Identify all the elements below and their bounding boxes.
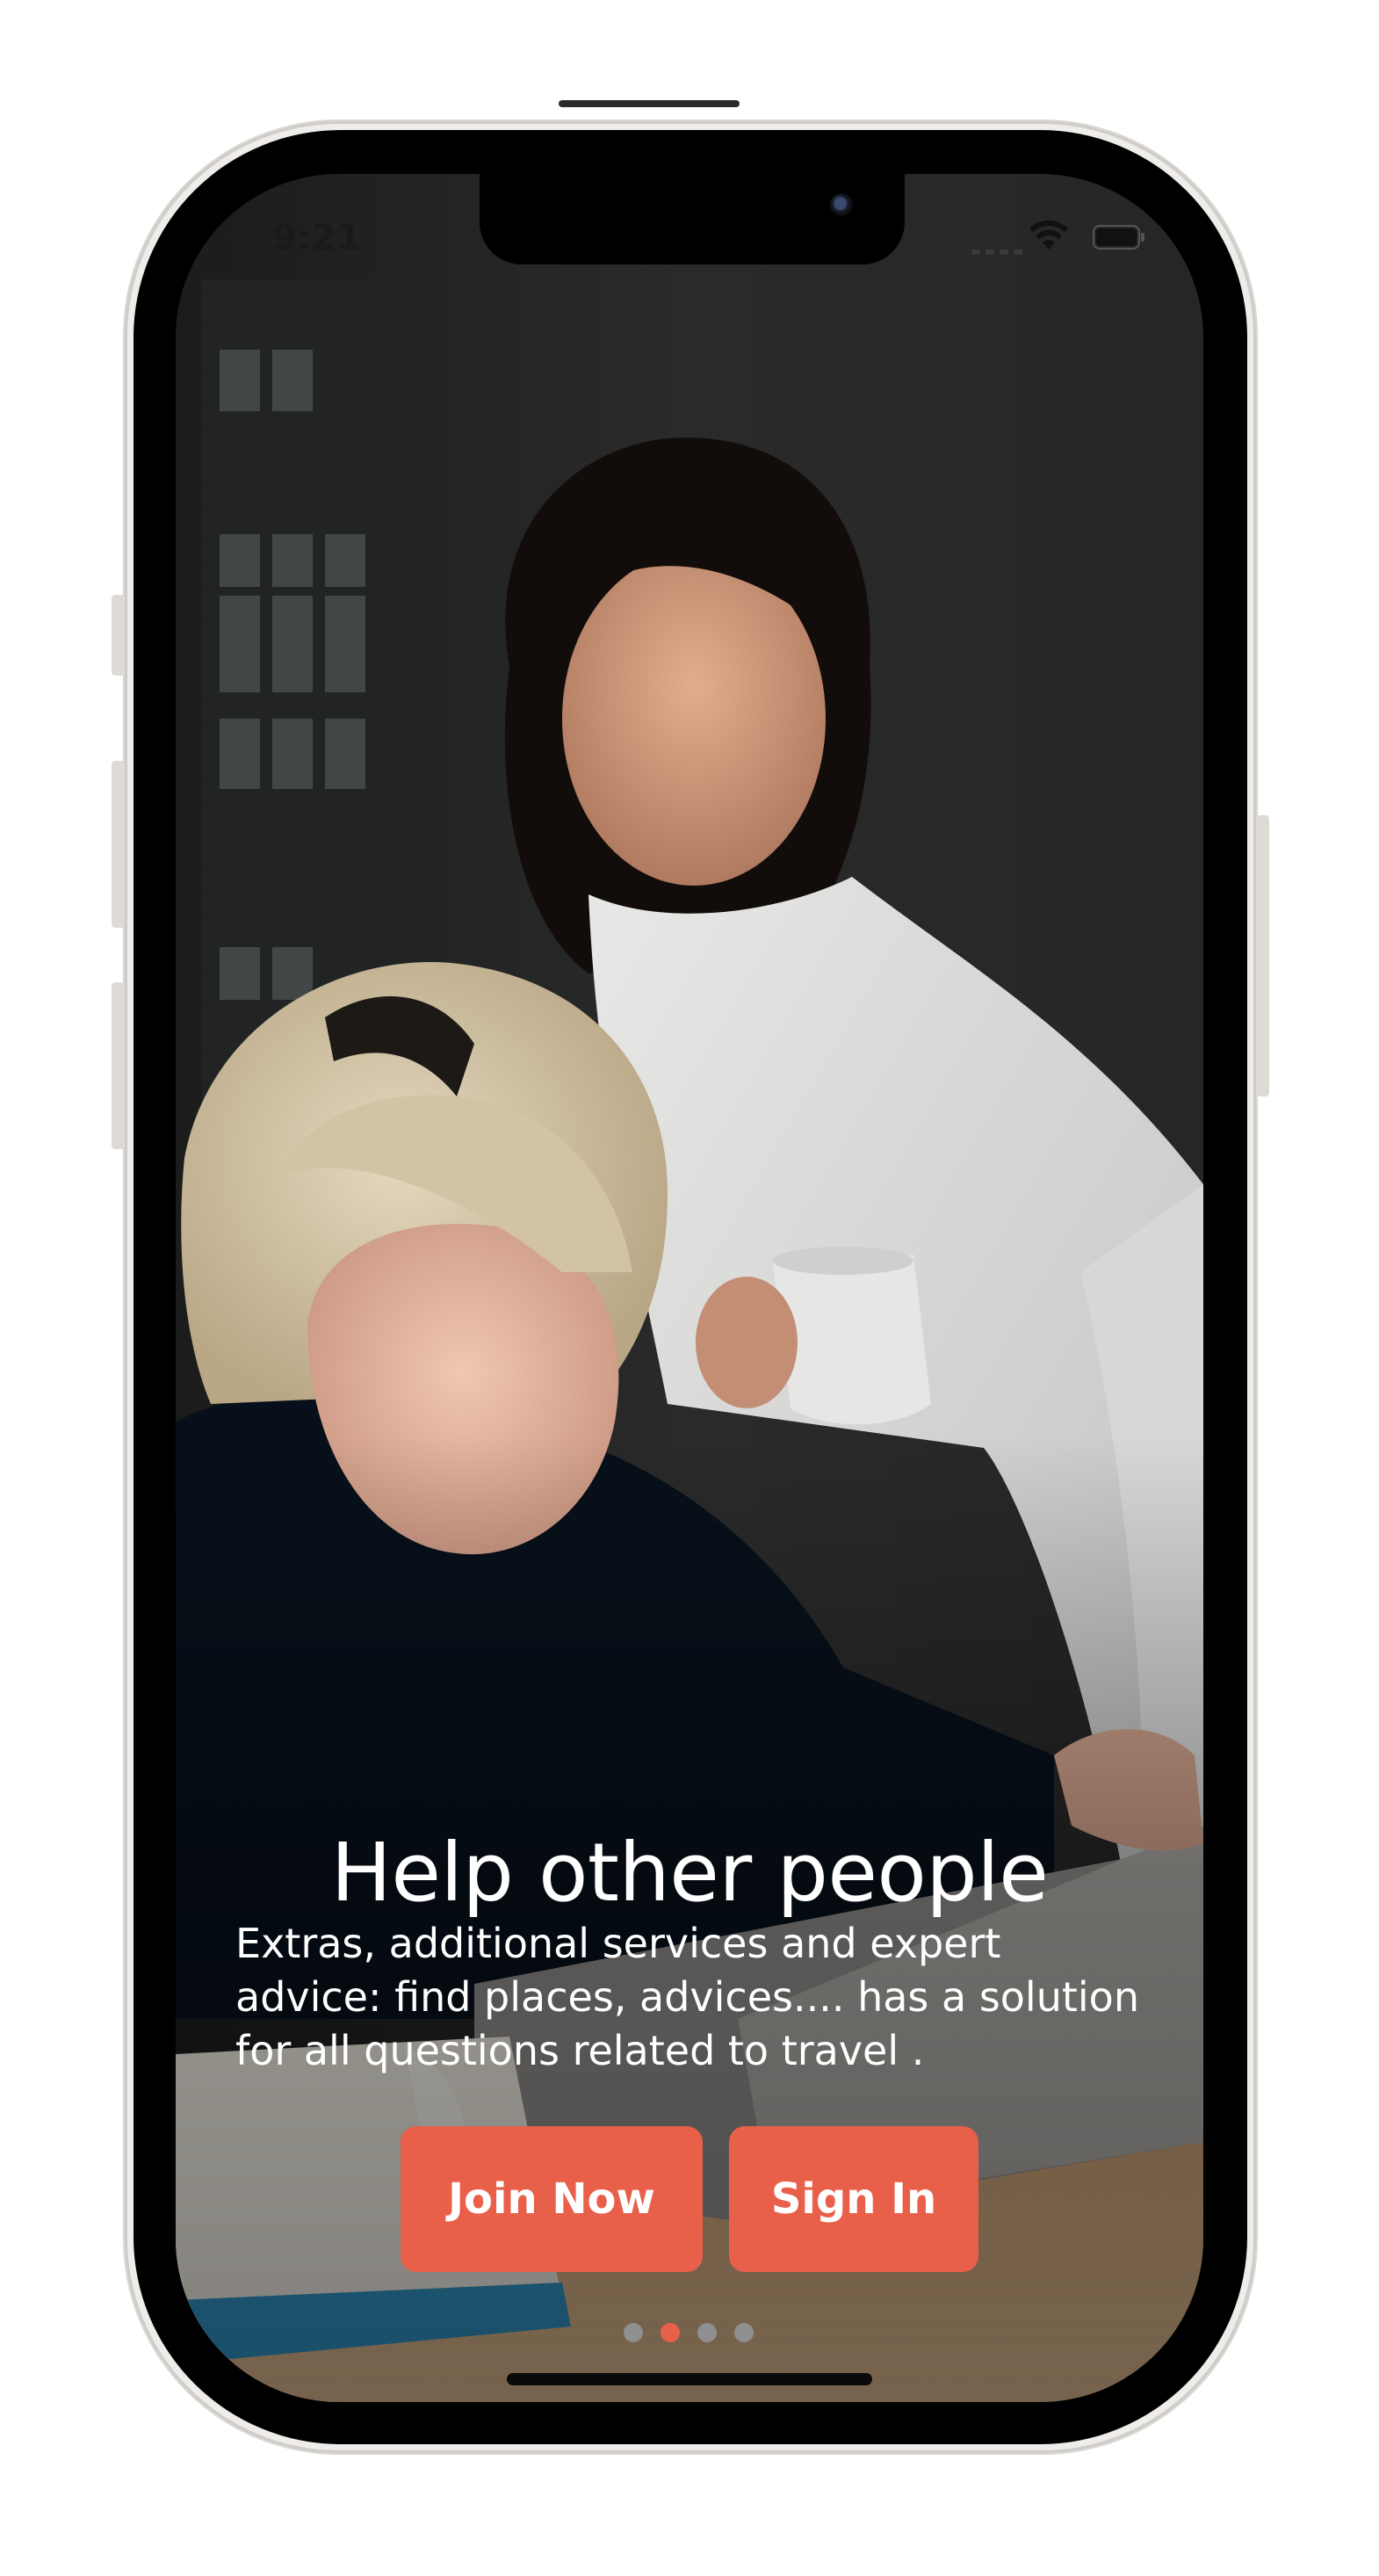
volume-down-button [112,982,125,1149]
page-indicator[interactable] [624,2323,754,2342]
home-indicator[interactable] [507,2373,872,2385]
notch [480,174,905,264]
battery-icon [1093,225,1144,250]
front-camera-icon [830,193,853,216]
page-dot-2-active[interactable] [661,2323,680,2342]
silent-switch [112,595,125,676]
status-time: 9:21 [272,218,362,258]
sign-in-button[interactable]: Sign In [729,2126,978,2272]
onboarding-description: Extras, additional services and expert a… [235,1920,1139,2074]
onboarding-screen: 9:21 Help other people Extras, additiona… [176,174,1203,2402]
page-dot-4[interactable] [734,2323,754,2342]
earpiece-speaker [559,100,740,107]
volume-up-button [112,761,125,928]
page-dot-3[interactable] [697,2323,717,2342]
join-now-button[interactable]: Join Now [401,2126,703,2272]
onboarding-title: Help other people [330,1826,1049,1920]
power-button [1256,815,1269,1096]
page-dot-1[interactable] [624,2323,643,2342]
wifi-icon [1029,220,1068,250]
cellular-signal-icon [971,250,1022,255]
